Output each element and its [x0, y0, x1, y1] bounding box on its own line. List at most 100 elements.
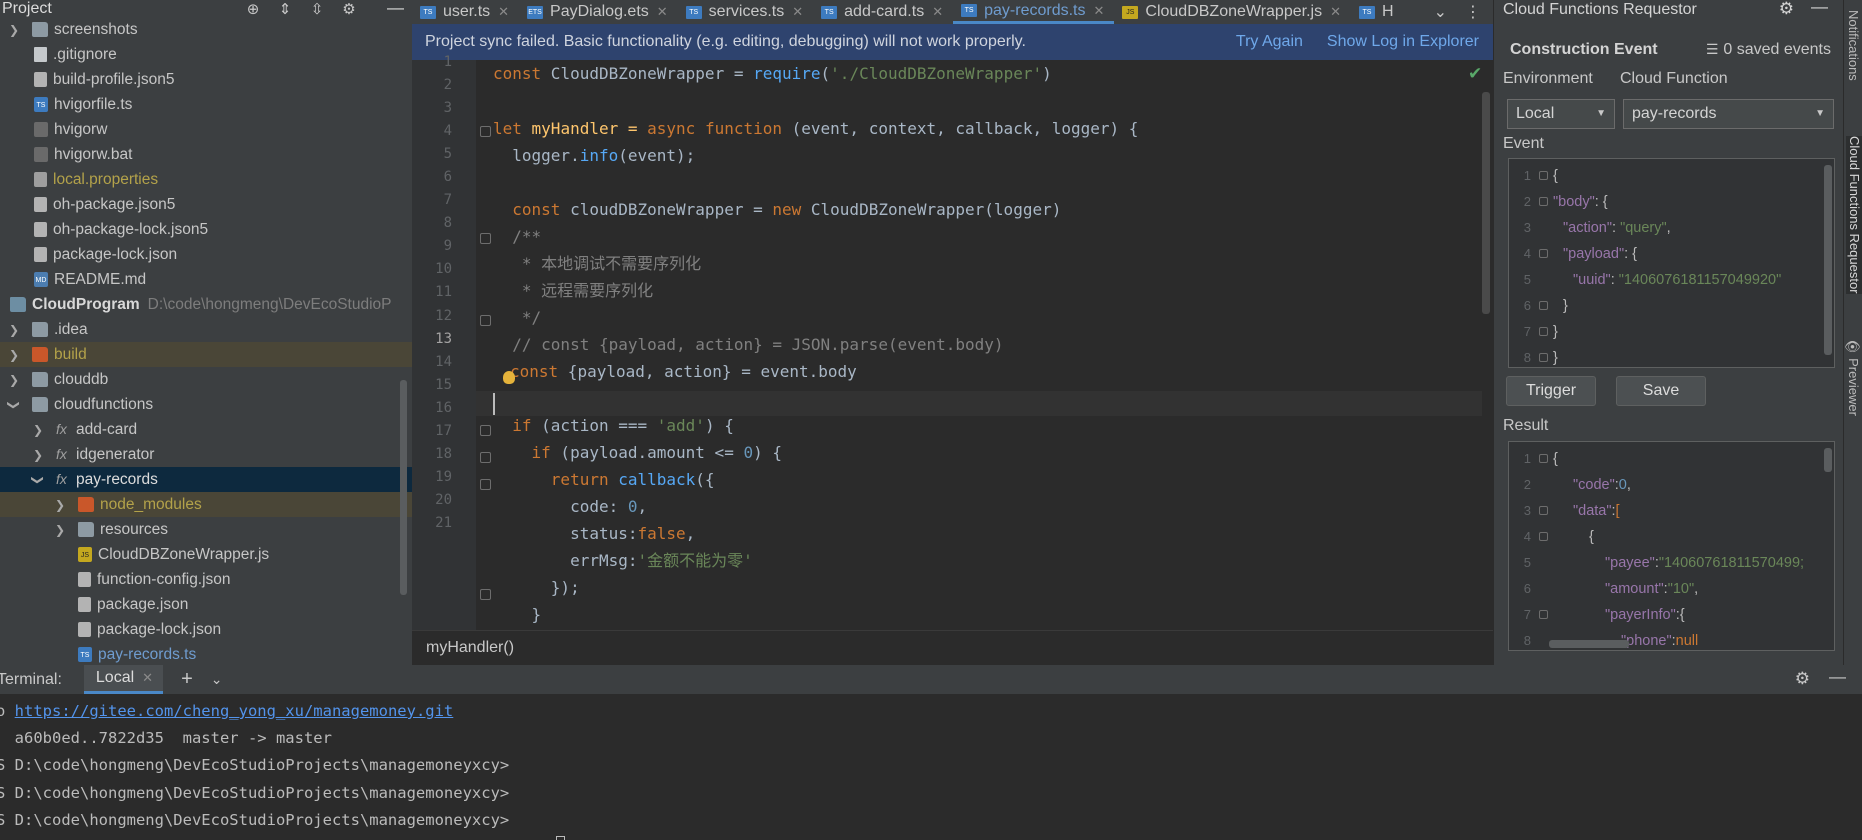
hide-panel-icon[interactable]: —	[387, 0, 404, 18]
tab-pay-records-ts[interactable]: TS pay-records.ts ✕	[953, 0, 1115, 24]
tab-overflow[interactable]: TS H	[1351, 0, 1404, 24]
close-icon[interactable]: ✕	[498, 4, 509, 20]
hide-panel-icon[interactable]: —	[1829, 667, 1846, 687]
gear-icon[interactable]: ⚙	[1795, 669, 1810, 689]
tree-item-resources[interactable]: ❯ resources	[0, 517, 412, 542]
saved-events-button[interactable]: ☰ 0 saved events	[1706, 41, 1831, 59]
tree-item-oh-package-lock[interactable]: oh-package-lock.json5	[0, 217, 412, 242]
tree-item-package-json[interactable]: package.json	[0, 592, 412, 617]
tree-item-idea[interactable]: ❯ .idea	[0, 317, 412, 342]
folder-icon	[78, 497, 94, 512]
fold-marker-icon[interactable]	[480, 589, 491, 600]
tree-item-pay-records[interactable]: ❯ fx pay-records	[0, 467, 412, 492]
chevron-right-icon[interactable]: ❯	[30, 423, 46, 437]
result-json-viewer[interactable]: 1{ 2 "code":0, 3 "data":[ 4{ 5 "payee":"140…	[1508, 441, 1835, 651]
git-remote-link[interactable]: https://gitee.com/cheng_yong_xu/managemo…	[15, 702, 454, 720]
close-icon[interactable]: ✕	[1330, 4, 1341, 20]
save-button[interactable]: Save	[1616, 376, 1706, 406]
chevron-right-icon[interactable]: ❯	[52, 498, 68, 512]
chevron-down-icon[interactable]: ⌄	[1434, 2, 1447, 22]
tree-item-gitignore[interactable]: .gitignore	[0, 42, 412, 67]
new-terminal-icon[interactable]: +	[181, 668, 193, 691]
tab-paydialog-ets[interactable]: ETS PayDialog.ets ✕	[519, 0, 678, 24]
previewer-tab[interactable]: 👁 Previewer	[1846, 338, 1861, 416]
tree-item-hvigorw-bat[interactable]: hvigorw.bat	[0, 142, 412, 167]
chevron-right-icon[interactable]: ❯	[6, 323, 22, 337]
json-file-icon	[78, 572, 91, 587]
environment-select[interactable]: Local ▼	[1507, 99, 1615, 129]
tab-clouddbzonewrapper-js[interactable]: JS CloudDBZoneWrapper.js ✕	[1114, 0, 1351, 24]
event-json-editor[interactable]: 1{ 2 "body": { 3 "action": "query", 4 "payl…	[1508, 158, 1835, 368]
tree-item-clouddb[interactable]: ❯ clouddb	[0, 367, 412, 392]
fold-marker-icon[interactable]	[480, 479, 491, 490]
tree-item-hvigorw[interactable]: hvigorw	[0, 117, 412, 142]
chevron-right-icon[interactable]: ❯	[6, 23, 22, 37]
notifications-tab[interactable]: Notifications	[1846, 10, 1861, 81]
tree-item-idgenerator[interactable]: ❯ fx idgenerator	[0, 442, 412, 467]
tree-item-package-lock[interactable]: package-lock.json	[0, 242, 412, 267]
tree-item-cloudprogram[interactable]: CloudProgram D:\code\hongmeng\DevEcoStudi…	[0, 292, 412, 317]
lightbulb-icon[interactable]	[503, 371, 515, 384]
cloud-function-select[interactable]: pay-records ▼	[1623, 99, 1834, 129]
fold-marker-icon[interactable]	[480, 233, 491, 244]
chevron-right-icon[interactable]: ❯	[6, 348, 22, 362]
function-icon: fx	[56, 421, 67, 437]
tab-add-card-ts[interactable]: TS add-card.ts ✕	[813, 0, 953, 24]
terminal-tab-local[interactable]: Local ✕	[83, 665, 164, 694]
close-icon[interactable]: ✕	[142, 670, 153, 686]
more-icon[interactable]: ⋮	[1465, 2, 1481, 22]
tree-item-pay-records-ts[interactable]: TS pay-records.ts	[0, 642, 412, 665]
close-icon[interactable]: ✕	[792, 4, 803, 20]
try-again-link[interactable]: Try Again	[1236, 33, 1303, 51]
tab-services-ts[interactable]: TS services.ts ✕	[678, 0, 813, 24]
locate-icon[interactable]: ⊕	[244, 0, 262, 18]
fold-marker-icon[interactable]	[480, 425, 491, 436]
project-panel-title[interactable]: Project	[2, 0, 52, 18]
result-vertical-scrollbar[interactable]	[1824, 448, 1832, 472]
chevron-down-icon[interactable]: ⌄	[211, 671, 223, 688]
json-line: 6 "amount":"10",	[1523, 581, 1699, 597]
close-icon[interactable]: ✕	[932, 4, 943, 20]
chevron-right-icon[interactable]: ❯	[52, 523, 68, 537]
checkmark-icon[interactable]: ✔	[1468, 64, 1482, 84]
fold-marker-icon	[1539, 610, 1548, 619]
tree-item-build[interactable]: ❯ build	[0, 342, 412, 367]
project-scrollbar[interactable]	[400, 380, 407, 595]
tab-user-ts[interactable]: TS user.ts ✕	[412, 0, 519, 24]
show-log-link[interactable]: Show Log in Explorer	[1327, 33, 1479, 51]
tree-item-build-profile[interactable]: build-profile.json5	[0, 67, 412, 92]
tree-item-clouddbzonewrapper[interactable]: JS CloudDBZoneWrapper.js	[0, 542, 412, 567]
tree-item-cloudfunctions[interactable]: ❯ cloudfunctions	[0, 392, 412, 417]
expand-all-icon[interactable]: ⇕	[276, 0, 294, 18]
chevron-right-icon[interactable]: ❯	[6, 373, 22, 387]
fold-marker-icon[interactable]	[480, 126, 491, 137]
terminal-output[interactable]: o https://gitee.com/cheng_yong_xu/manage…	[0, 694, 1862, 840]
chevron-down-icon[interactable]: ❯	[31, 472, 45, 488]
close-icon[interactable]: ✕	[657, 4, 668, 20]
tree-item-package-lock-json[interactable]: package-lock.json	[0, 617, 412, 642]
cloud-functions-requestor-tab[interactable]: Cloud Functions Requestor	[1846, 136, 1862, 294]
event-scrollbar[interactable]	[1824, 165, 1832, 355]
collapse-all-icon[interactable]: ⇳	[308, 0, 326, 18]
tree-item-add-card[interactable]: ❯ fx add-card	[0, 417, 412, 442]
breadcrumb-item[interactable]: myHandler()	[426, 639, 514, 657]
chevron-down-icon[interactable]: ❯	[7, 397, 21, 413]
gear-icon[interactable]: ⚙	[1779, 0, 1794, 19]
tree-item-readme[interactable]: MD README.md	[0, 267, 412, 292]
tree-item-local-properties[interactable]: local.properties	[0, 167, 412, 192]
hide-panel-icon[interactable]: —	[1811, 0, 1828, 17]
tree-item-oh-package[interactable]: oh-package.json5	[0, 192, 412, 217]
editor-scrollbar[interactable]	[1482, 92, 1490, 314]
tree-item-hvigorfile[interactable]: TS hvigorfile.ts	[0, 92, 412, 117]
tree-item-function-config[interactable]: function-config.json	[0, 567, 412, 592]
chevron-right-icon[interactable]: ❯	[30, 448, 46, 462]
fold-marker-icon[interactable]	[480, 315, 491, 326]
close-icon[interactable]: ✕	[1093, 3, 1104, 19]
result-horizontal-scrollbar[interactable]	[1549, 640, 1629, 648]
tree-item-screenshots[interactable]: ❯ screenshots	[0, 17, 412, 42]
gear-icon[interactable]: ⚙	[340, 0, 358, 18]
tree-item-node-modules[interactable]: ❯ node_modules	[0, 492, 412, 517]
trigger-button[interactable]: Trigger	[1506, 376, 1596, 406]
fold-marker-icon	[1539, 532, 1548, 541]
fold-marker-icon[interactable]	[480, 452, 491, 463]
